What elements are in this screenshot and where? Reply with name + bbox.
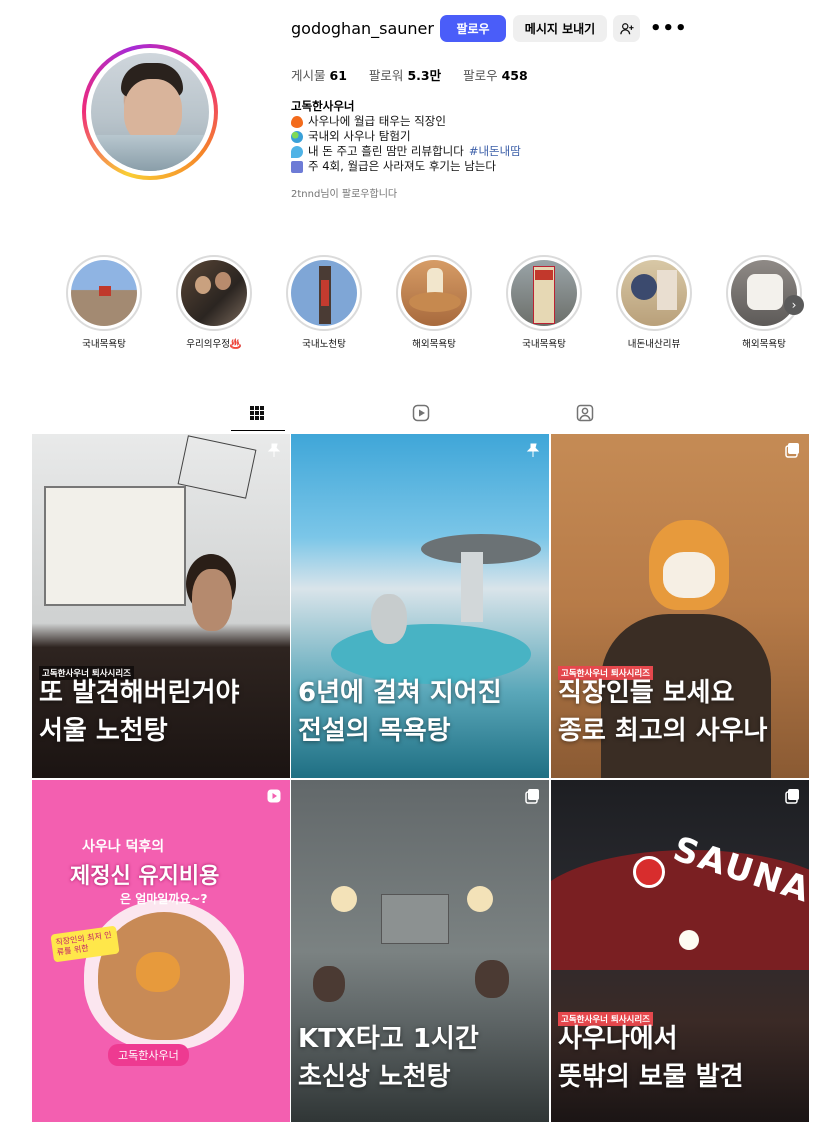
highlight-2[interactable]: 우리의우정♨️: [176, 255, 252, 350]
calendar-icon: [291, 160, 303, 173]
highlight-3[interactable]: 국내노천탕: [286, 255, 362, 350]
profile-avatar[interactable]: [82, 44, 218, 180]
post-5[interactable]: KTX타고 1시간 초신상 노천탕: [291, 780, 549, 1122]
profile-stats: 게시물 61 팔로워 5.3만 팔로우 458: [291, 65, 550, 84]
highlight-label: 국내목욕탕: [82, 339, 126, 350]
stat-following[interactable]: 팔로우 458: [463, 65, 528, 84]
tab-posts[interactable]: [246, 402, 268, 424]
more-options-icon[interactable]: •••: [650, 18, 688, 39]
post-caption: 6년에 걸쳐 지어진 전설의 목욕탕: [298, 678, 502, 746]
post-2[interactable]: 6년에 걸쳐 지어진 전설의 목욕탕: [291, 434, 549, 778]
highlight-7[interactable]: 해외목욕탕: [726, 255, 802, 350]
highlight-label: 내돈내산리뷰: [627, 339, 681, 350]
follow-button[interactable]: 팔로우: [440, 15, 506, 42]
post-caption: 직장인들 보세요 종로 최고의 사우나: [558, 678, 768, 746]
hashtag-link[interactable]: #내돈내땀: [469, 144, 521, 159]
chevron-right-icon[interactable]: ›: [784, 295, 804, 315]
highlight-4[interactable]: 해외목욕탕: [396, 255, 472, 350]
post-caption: 또 발견해버린거야 서울 노천탕: [39, 678, 240, 746]
username: godoghan_sauner: [291, 19, 434, 38]
post-caption: 사우나에서 뜻밖의 보물 발견: [558, 1024, 744, 1092]
post-4[interactable]: 사우나 덕후의 제정신 유지비용 은 얼마일까요~? 직장인의 최저 인류를 위…: [32, 780, 290, 1122]
add-person-icon: [619, 22, 634, 34]
highlight-label: 국내노천탕: [302, 339, 346, 350]
art-title-sub: 은 얼마일까요~?: [120, 892, 208, 906]
highlight-5[interactable]: 국내목욕탕: [506, 255, 582, 350]
reels-icon: [412, 404, 430, 422]
carousel-icon: [785, 788, 801, 804]
tab-tagged[interactable]: [574, 402, 596, 424]
post-caption: KTX타고 1시간 초신상 노천탕: [298, 1024, 479, 1092]
grid-icon: [250, 406, 264, 420]
highlight-label: 우리의우정♨️: [186, 339, 242, 350]
highlight-label: 해외목욕탕: [412, 339, 456, 350]
fire-icon: [291, 115, 303, 128]
highlight-6[interactable]: 내돈내산리뷰: [616, 255, 692, 350]
bio: 사우나에 월급 태우는 직장인 국내외 사우나 탐험기 내 돈 주고 흘린 땀만…: [291, 114, 521, 174]
carousel-icon: [785, 442, 801, 458]
pin-icon: [266, 442, 282, 458]
highlight-1[interactable]: 국내목욕탕: [66, 255, 142, 350]
active-tab-indicator: [231, 430, 285, 431]
suggested-follow-button[interactable]: [613, 15, 640, 42]
art-name: 고독한사우너: [108, 1044, 189, 1066]
tab-reels[interactable]: [410, 402, 432, 424]
reel-icon: [266, 788, 282, 804]
stat-posts[interactable]: 게시물 61: [291, 65, 347, 84]
stat-followers[interactable]: 팔로워 5.3만: [369, 65, 441, 84]
sweat-drops-icon: [291, 145, 303, 158]
highlight-label: 해외목욕탕: [742, 339, 786, 350]
globe-icon: [291, 130, 303, 143]
followed-by[interactable]: 2tnnd님이 팔로우합니다: [291, 185, 397, 200]
pin-icon: [525, 442, 541, 458]
tagged-icon: [576, 404, 594, 422]
message-button[interactable]: 메시지 보내기: [513, 15, 607, 42]
art-title-main: 제정신 유지비용: [70, 864, 220, 889]
highlight-label: 국내목욕탕: [522, 339, 566, 350]
avatar: [91, 53, 209, 171]
art-title-top: 사우나 덕후의: [82, 839, 165, 855]
post-6[interactable]: SAUNA 고독한사우너 퇴사시리즈 사우나에서 뜻밖의 보물 발견: [551, 780, 809, 1122]
post-3[interactable]: 고독한사우너 퇴사시리즈 직장인들 보세요 종로 최고의 사우나: [551, 434, 809, 778]
carousel-icon: [525, 788, 541, 804]
post-1[interactable]: 고독한사우너 퇴사시리즈 또 발견해버린거야 서울 노천탕: [32, 434, 290, 778]
full-name: 고독한사우너: [291, 99, 355, 113]
